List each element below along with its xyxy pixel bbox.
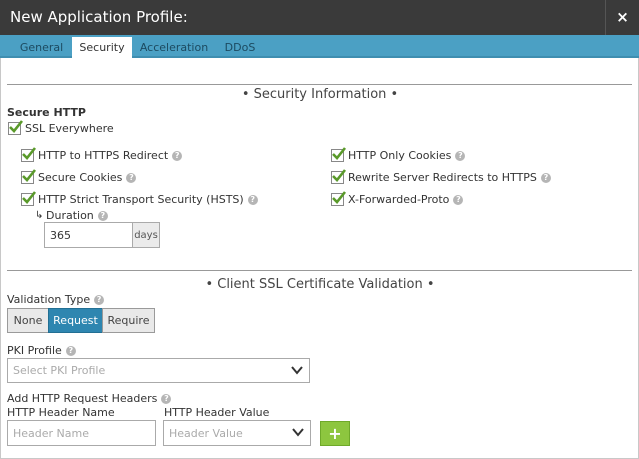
checkbox-box[interactable] (331, 147, 347, 162)
pki-profile-select[interactable]: Select PKI Profile (7, 358, 310, 383)
section-divider (7, 84, 632, 85)
pki-profile-placeholder: Select PKI Profile (13, 364, 106, 377)
chevron-down-icon (292, 428, 304, 437)
secure-http-label: Secure HTTP (7, 106, 86, 119)
question-icon[interactable]: ? (453, 194, 464, 205)
tab-general[interactable]: General (14, 39, 69, 58)
header-value-label: HTTP Header Value (164, 406, 270, 419)
checkmark-icon (332, 169, 347, 182)
checkbox-box[interactable] (8, 120, 24, 135)
close-button[interactable]: × (605, 0, 639, 35)
checkmark-icon (332, 147, 347, 160)
checkbox-label: HTTP Only Cookies (348, 149, 452, 162)
validation-type-label: Validation Type (7, 293, 91, 306)
tab-ddos[interactable]: DDoS (220, 39, 260, 58)
header-name-label: HTTP Header Name (7, 406, 115, 419)
question-icon[interactable]: ? (126, 172, 137, 183)
duration-label: Duration (46, 209, 94, 222)
headers-label-row: Add HTTP Request Headers ? (7, 392, 172, 405)
checkmark-icon (22, 147, 37, 160)
headers-label: Add HTTP Request Headers (7, 392, 158, 405)
checkbox-box[interactable] (331, 191, 347, 206)
x-forwarded-proto-checkbox[interactable]: X-Forwarded-Proto ? (331, 191, 464, 206)
question-icon[interactable]: ? (97, 210, 108, 221)
secure-cookies-checkbox[interactable]: Secure Cookies ? (21, 169, 137, 184)
checkbox-box[interactable] (21, 191, 37, 206)
dialog-titlebar: New Application Profile: × (0, 0, 639, 35)
pki-profile-label: PKI Profile (7, 344, 62, 357)
checkbox-label: HTTP Strict Transport Security (HSTS) (38, 193, 244, 206)
checkbox-box[interactable] (21, 169, 37, 184)
add-header-button[interactable]: + (320, 421, 350, 446)
header-value-select[interactable]: Header Value (163, 420, 311, 446)
http-to-https-redirect-checkbox[interactable]: HTTP to HTTPS Redirect ? (21, 147, 183, 162)
return-arrow-icon: ↳ (35, 210, 44, 221)
checkmark-icon (9, 120, 24, 133)
duration-unit-addon: days (132, 222, 160, 248)
checkbox-label: Secure Cookies (38, 171, 123, 184)
dialog-title: New Application Profile: (10, 8, 188, 26)
question-icon[interactable]: ? (455, 150, 466, 161)
section-title-security: • Security Information • (240, 87, 400, 102)
question-icon[interactable]: ? (172, 150, 183, 161)
tab-bar: General Security Acceleration DDoS (0, 35, 639, 58)
rewrite-server-redirects-checkbox[interactable]: Rewrite Server Redirects to HTTPS ? (331, 169, 551, 184)
validation-request-button[interactable]: Request (48, 308, 103, 333)
duration-input[interactable]: 365 (44, 222, 133, 248)
checkbox-box[interactable] (331, 169, 347, 184)
question-icon[interactable]: ? (94, 294, 105, 305)
section-divider (7, 270, 632, 271)
section-title-client-ssl: • Client SSL Certificate Validation • (200, 277, 440, 292)
hsts-checkbox[interactable]: HTTP Strict Transport Security (HSTS) ? (21, 191, 258, 206)
checkmark-icon (22, 169, 37, 182)
validation-none-button[interactable]: None (7, 308, 49, 333)
duration-label-row: Duration ? (46, 209, 108, 222)
question-icon[interactable]: ? (161, 393, 172, 404)
validation-require-button[interactable]: Require (102, 308, 155, 333)
header-name-input[interactable]: Header Name (7, 420, 156, 446)
checkbox-label: HTTP to HTTPS Redirect (38, 149, 169, 162)
chevron-down-icon (291, 366, 303, 375)
close-icon: × (616, 8, 629, 26)
tab-security[interactable]: Security (72, 37, 132, 58)
question-icon[interactable]: ? (247, 194, 258, 205)
checkbox-label: X-Forwarded-Proto (348, 193, 450, 206)
checkbox-label: Rewrite Server Redirects to HTTPS (348, 171, 537, 184)
checkmark-icon (22, 191, 37, 204)
checkmark-icon (332, 191, 347, 204)
ssl-everywhere-checkbox[interactable]: SSL Everywhere (8, 120, 114, 135)
checkbox-box[interactable] (21, 147, 37, 162)
tab-acceleration[interactable]: Acceleration (137, 39, 211, 58)
pki-profile-label-row: PKI Profile ? (7, 344, 76, 357)
validation-type-label-row: Validation Type ? (7, 293, 105, 306)
question-icon[interactable]: ? (65, 345, 76, 356)
header-value-placeholder: Header Value (169, 426, 243, 440)
question-icon[interactable]: ? (540, 172, 551, 183)
checkbox-label: SSL Everywhere (25, 122, 114, 135)
http-only-cookies-checkbox[interactable]: HTTP Only Cookies ? (331, 147, 466, 162)
